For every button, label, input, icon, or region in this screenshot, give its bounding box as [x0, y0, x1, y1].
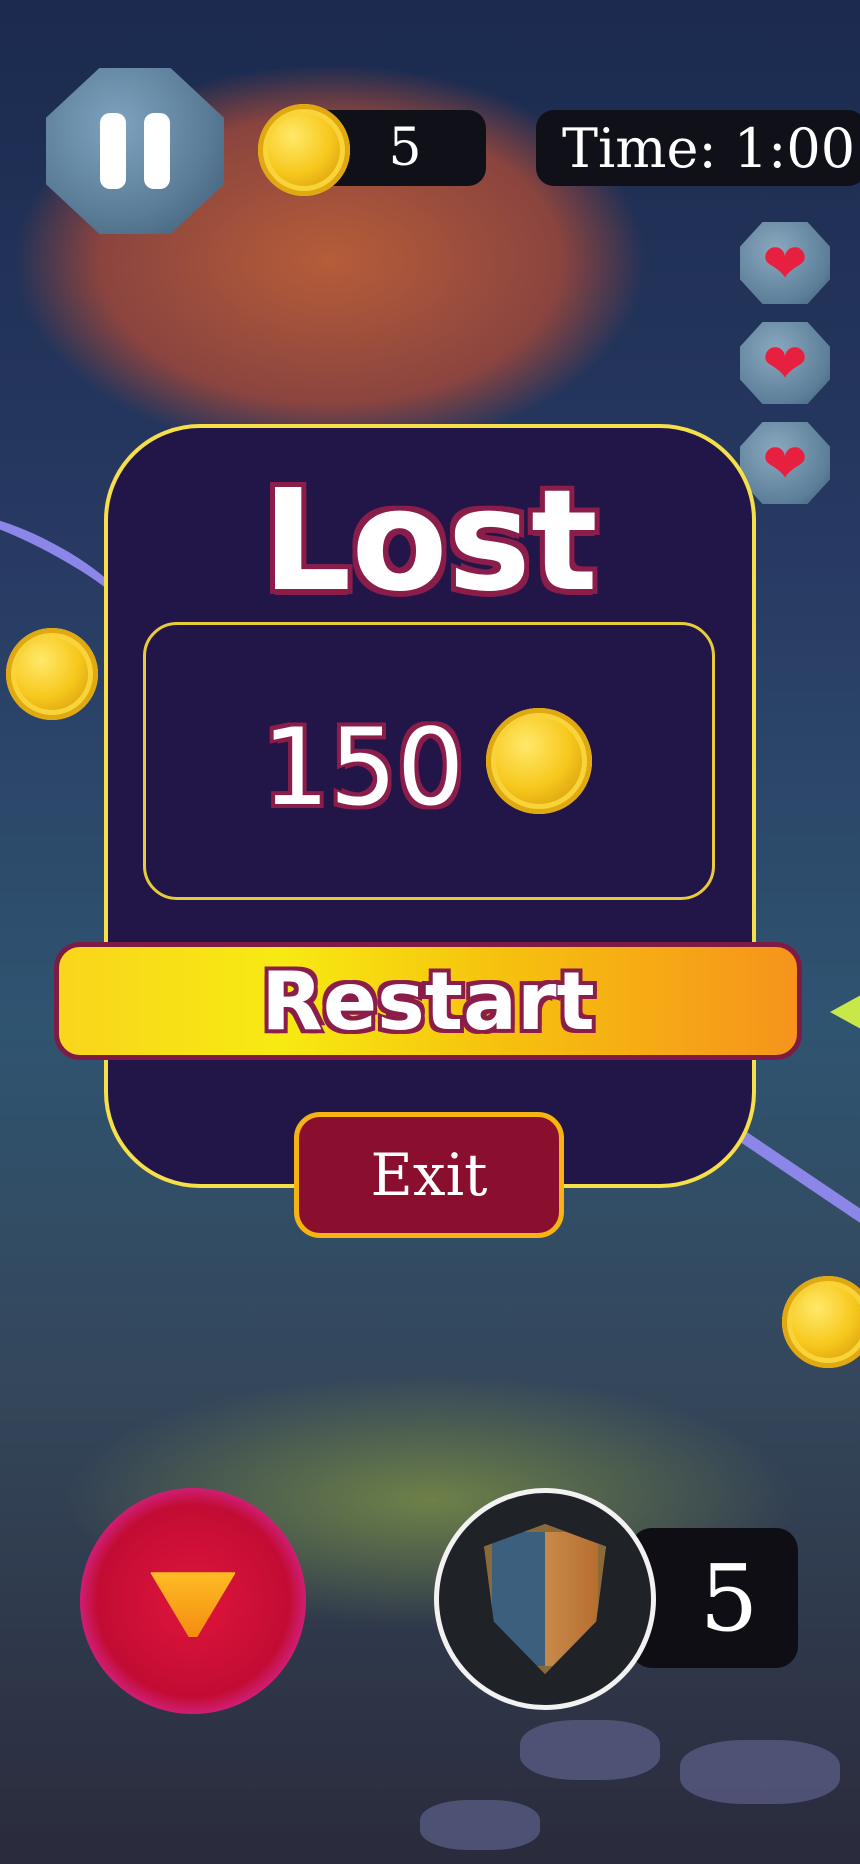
heart-icon: ❤ [740, 222, 830, 304]
action-button[interactable] [80, 1488, 306, 1714]
path-arrow-icon [830, 990, 860, 1034]
score-value: 150 [262, 706, 465, 829]
coin-pickup-right[interactable] [782, 1276, 860, 1368]
heart-icon: ❤ [740, 322, 830, 404]
stone-decor [520, 1720, 660, 1780]
coin-pickup-left[interactable] [6, 628, 98, 720]
exit-button[interactable]: Exit [294, 1112, 564, 1238]
shield-button[interactable] [434, 1488, 656, 1710]
restart-button[interactable]: Restart [54, 942, 802, 1060]
shield-icon [484, 1524, 606, 1674]
coin-icon [258, 104, 350, 196]
dialog-title: Lost [262, 460, 598, 623]
triangle-icon [150, 1572, 236, 1637]
shield-count: 5 [699, 1544, 759, 1652]
stone-decor [680, 1740, 840, 1804]
coin-count: 5 [388, 118, 422, 178]
timer: Time: 1:00 [536, 110, 860, 186]
coin-icon [486, 708, 592, 814]
stone-decor [420, 1800, 540, 1850]
pause-icon [144, 113, 170, 189]
pause-icon [100, 113, 126, 189]
